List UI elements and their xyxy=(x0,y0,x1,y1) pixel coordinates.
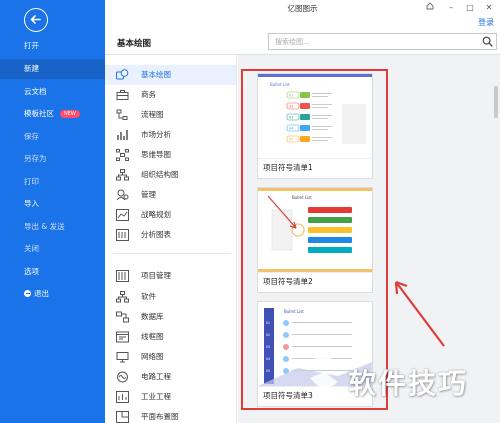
category-separator xyxy=(113,253,231,254)
exit-icon xyxy=(24,290,31,297)
category-label: 管理 xyxy=(141,190,156,199)
category-floorplan[interactable]: 平面布置图 xyxy=(105,407,236,423)
menu-import[interactable]: 导入 xyxy=(0,194,105,214)
category-circuit[interactable]: 电路工程 xyxy=(105,367,236,387)
category-label: 软件 xyxy=(141,292,156,301)
category-label: 电路工程 xyxy=(141,372,171,381)
category-label: 项目管理 xyxy=(141,271,171,280)
circuit-icon xyxy=(117,371,128,383)
bar-chart-icon xyxy=(117,130,128,140)
menu-cloud-docs[interactable]: 云文档 xyxy=(0,82,105,102)
category-market-analysis[interactable]: 市场分析 xyxy=(105,125,236,145)
back-button[interactable] xyxy=(24,8,48,32)
industry-icon xyxy=(116,391,129,403)
menu-label: 新建 xyxy=(24,64,39,73)
login-link[interactable]: 登录 xyxy=(478,17,494,28)
wireframe-icon xyxy=(116,331,129,343)
category-label: 基本绘图 xyxy=(141,70,171,79)
category-basic-drawing[interactable]: 基本绘图 xyxy=(105,65,236,85)
category-label: 组织结构图 xyxy=(141,170,179,179)
category-analysis-chart[interactable]: 分析图表 xyxy=(105,225,236,245)
category-network[interactable]: 网络图 xyxy=(105,347,236,367)
category-management[interactable]: 管理 xyxy=(105,185,236,205)
close-window-button[interactable]: ✕ xyxy=(481,2,497,14)
mindmap-icon xyxy=(116,149,129,161)
page-title: 基本绘图 xyxy=(117,39,152,49)
minimize-button[interactable]: – xyxy=(443,2,459,14)
menu-template-community[interactable]: 模板社区 NEW xyxy=(0,104,105,124)
category-panel: 基本绘图 商务 流程图 市场分析 思维导图 组织结构图 管理 战略规划 分析图表… xyxy=(105,55,237,423)
category-label: 网络图 xyxy=(141,352,164,361)
search-box xyxy=(268,33,497,50)
category-label: 平面布置图 xyxy=(141,412,179,421)
menu-export-send[interactable]: 导出 & 发送 xyxy=(0,217,105,237)
category-label: 数据库 xyxy=(141,312,164,321)
menu-label: 导出 & 发送 xyxy=(24,222,65,231)
briefcase-icon xyxy=(116,90,129,100)
new-badge: NEW xyxy=(60,110,80,118)
menu-save[interactable]: 保存 xyxy=(0,127,105,147)
annotation-arrow-icon xyxy=(394,280,445,347)
menu-new[interactable]: 新建 xyxy=(0,59,105,79)
watermark-logo-icon xyxy=(308,354,340,392)
management-icon xyxy=(116,189,129,201)
category-label: 市场分析 xyxy=(141,130,171,139)
shapes-icon xyxy=(116,69,129,80)
software-icon xyxy=(116,291,129,303)
category-flowchart[interactable]: 流程图 xyxy=(105,105,236,125)
pin-button[interactable] xyxy=(422,2,438,14)
flowchart-icon xyxy=(116,109,128,120)
category-industry[interactable]: 工业工程 xyxy=(105,387,236,407)
menu-label: 退出 xyxy=(34,289,49,298)
database-icon xyxy=(116,311,129,323)
menu-label: 导入 xyxy=(24,199,39,208)
category-strategy[interactable]: 战略规划 xyxy=(105,205,236,225)
menu-label: 保存 xyxy=(24,132,39,141)
floorplan-icon xyxy=(116,411,129,423)
category-database[interactable]: 数据库 xyxy=(105,307,236,327)
gallery-scrollbar[interactable] xyxy=(494,86,498,118)
menu-label: 选项 xyxy=(24,267,39,276)
category-label: 工业工程 xyxy=(141,392,171,401)
category-label: 商务 xyxy=(141,90,156,99)
menu-label: 关闭 xyxy=(24,244,39,253)
category-label: 线框图 xyxy=(141,332,164,341)
menu-label: 另存为 xyxy=(24,154,47,163)
menu-label: 打开 xyxy=(24,41,39,50)
project-icon xyxy=(116,270,129,282)
category-org-chart[interactable]: 组织结构图 xyxy=(105,165,236,185)
analysis-chart-icon xyxy=(116,229,129,241)
category-software[interactable]: 软件 xyxy=(105,287,236,307)
org-chart-icon xyxy=(116,169,129,181)
strategy-icon xyxy=(116,209,129,221)
menu-label: 打印 xyxy=(24,177,39,186)
menu-close[interactable]: 关闭 xyxy=(0,239,105,259)
maximize-button[interactable]: □ xyxy=(462,2,478,14)
menu-label: 模板社区 xyxy=(24,109,54,118)
category-mindmap[interactable]: 思维导图 xyxy=(105,145,236,165)
menu-print[interactable]: 打印 xyxy=(0,172,105,192)
home-icon xyxy=(426,2,434,10)
search-input[interactable] xyxy=(269,34,469,49)
menu-label: 云文档 xyxy=(24,87,47,96)
category-label: 战略规划 xyxy=(141,210,171,219)
menu-open[interactable]: 打开 xyxy=(0,36,105,56)
menu-save-as[interactable]: 另存为 xyxy=(0,149,105,169)
category-wireframe[interactable]: 线框图 xyxy=(105,327,236,347)
watermark-text: 软件技巧 xyxy=(348,367,469,400)
category-business[interactable]: 商务 xyxy=(105,85,236,105)
menu-exit[interactable]: 退出 xyxy=(0,284,105,304)
category-label: 分析图表 xyxy=(141,230,171,239)
network-icon xyxy=(116,352,129,363)
app-title: 亿图图示 xyxy=(287,4,318,13)
menu-options[interactable]: 选项 xyxy=(0,262,105,282)
category-project[interactable]: 项目管理 xyxy=(105,266,236,286)
arrow-left-icon xyxy=(30,15,41,24)
category-label: 流程图 xyxy=(141,110,164,119)
sidebar: 打开 新建 云文档 模板社区 NEW 保存 另存为 打印 导入 导出 & 发送 关… xyxy=(0,0,105,423)
search-icon[interactable] xyxy=(482,36,493,47)
category-label: 思维导图 xyxy=(141,150,171,159)
